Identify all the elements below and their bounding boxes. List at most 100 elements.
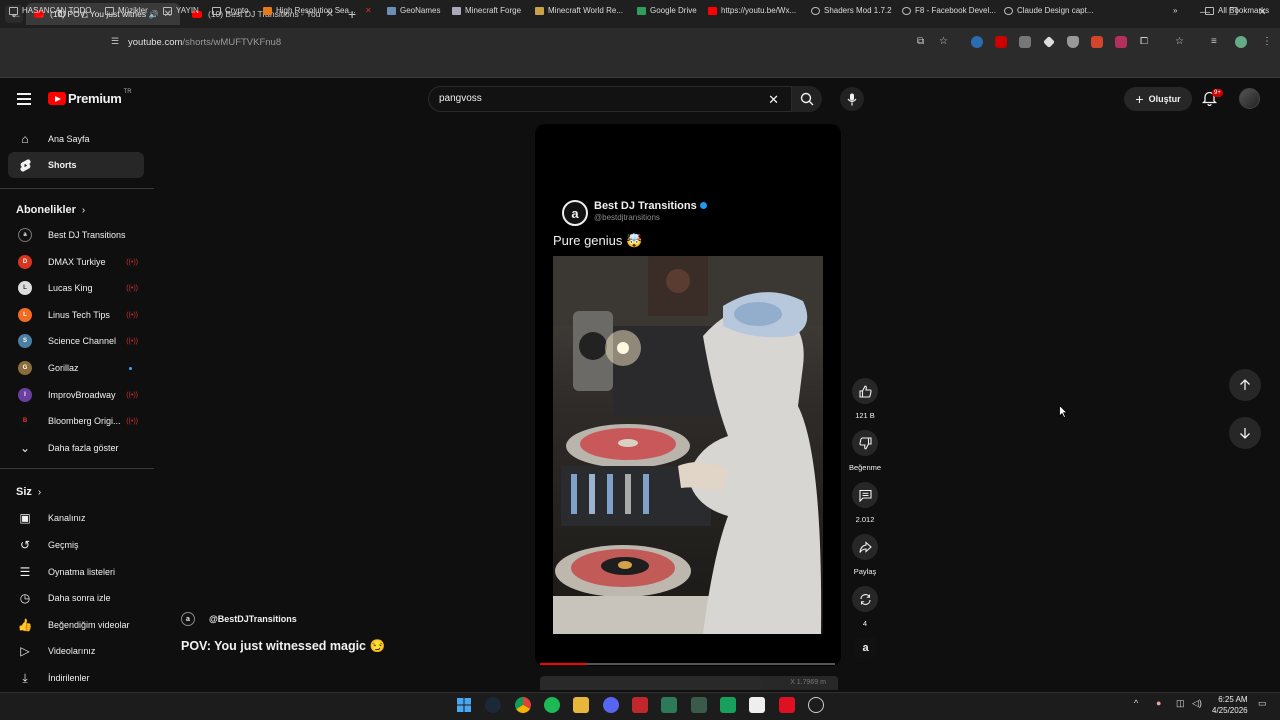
bookmark-item[interactable]: Minecraft World Re... xyxy=(535,6,623,15)
previous-short-button[interactable] xyxy=(1229,369,1261,401)
chrome-icon[interactable] xyxy=(515,697,531,713)
sidebar-item-your-channel[interactable]: ▣ Kanalınız xyxy=(8,505,144,531)
account-avatar[interactable] xyxy=(1239,88,1260,109)
sidebar-item-your-videos[interactable]: ▷ Videolarınız xyxy=(8,638,144,664)
share-action[interactable]: Paylaş xyxy=(848,534,882,576)
shield-icon[interactable] xyxy=(1067,36,1079,48)
subscription-item[interactable]: a Best DJ Transitions xyxy=(8,222,144,248)
video-frame[interactable] xyxy=(553,256,823,634)
bookmark-star-icon[interactable]: ☆ xyxy=(939,36,948,47)
extensions-puzzle-icon[interactable]: ⧠ xyxy=(1140,36,1148,47)
subscription-item[interactable]: L Linus Tech Tips ((•)) xyxy=(8,302,144,328)
subscriptions-heading[interactable]: Abonelikler › xyxy=(16,204,85,216)
next-short-button[interactable] xyxy=(1229,417,1261,449)
bookmark-item[interactable]: Müzikler xyxy=(105,6,148,15)
app-icon[interactable] xyxy=(632,697,648,713)
bookmark-item[interactable]: High Resolution Sea... xyxy=(263,6,356,15)
extension-icon[interactable] xyxy=(1091,36,1103,48)
more-bookmarks-icon[interactable]: » xyxy=(1173,6,1177,15)
subscription-item[interactable]: S Science Channel ((•)) xyxy=(8,328,144,354)
app-icon[interactable] xyxy=(779,697,795,713)
file-explorer-icon[interactable] xyxy=(573,697,589,713)
sidebar-item-history[interactable]: ↺ Geçmiş xyxy=(8,532,144,558)
bookmark-item[interactable]: HASANCAN TODO xyxy=(9,6,92,15)
video-progress-bar[interactable] xyxy=(540,663,835,665)
bookmark-item[interactable]: YAYIN xyxy=(163,6,199,15)
video-overlay-strip: X 1.7969 m xyxy=(540,676,838,690)
steam-icon[interactable] xyxy=(485,697,501,713)
guide-menu-icon[interactable] xyxy=(17,93,31,105)
taskbar-clock[interactable]: 6:25 AM 4/25/2026 xyxy=(1212,694,1248,716)
dislike-action[interactable]: Beğenme xyxy=(848,430,882,472)
show-more-button[interactable]: ⌄ Daha fazla göster xyxy=(8,435,144,461)
remix-button[interactable] xyxy=(852,586,878,612)
extension-icon[interactable] xyxy=(1115,36,1127,48)
app-icon[interactable] xyxy=(691,697,707,713)
bookmark-item[interactable]: ✕ xyxy=(365,6,372,15)
sidebar-item-label: Ana Sayfa xyxy=(48,134,90,144)
all-bookmarks[interactable]: All Bookmarks xyxy=(1205,6,1269,15)
extension-icon[interactable] xyxy=(1019,36,1031,48)
shorts-player[interactable]: a Best DJ Transitions @bestdjtransitions… xyxy=(535,124,841,666)
reading-list-icon[interactable]: ☆ xyxy=(1175,36,1184,47)
like-action[interactable]: 121 B xyxy=(848,378,882,420)
subscription-item[interactable]: D DMAX Turkiye ((•)) xyxy=(8,249,144,275)
remix-action[interactable]: 4 xyxy=(848,586,882,628)
sidebar-item-watch-later[interactable]: ◷ Daha sonra izle xyxy=(8,585,144,611)
like-button[interactable] xyxy=(852,378,878,404)
bookmark-item[interactable]: Minecraft Forge xyxy=(452,6,521,15)
bookmark-item[interactable]: Claude Design capt... xyxy=(1004,6,1094,15)
sidebar-item-downloads[interactable]: ⤓ İndirilenler xyxy=(8,665,144,691)
youtube-logo[interactable]: Premium TR xyxy=(48,89,132,106)
search-input[interactable] xyxy=(439,93,759,104)
discord-icon[interactable] xyxy=(603,697,619,713)
app-icon[interactable] xyxy=(661,697,677,713)
tray-overflow-icon[interactable]: ^ xyxy=(1134,698,1138,708)
bookmark-item[interactable]: https://youtu.be/Wx... xyxy=(708,6,796,15)
site-info-icon[interactable]: ☰ xyxy=(111,36,119,47)
sidebar-item-liked[interactable]: 👍 Beğendiğim videolar xyxy=(8,612,144,638)
channel-thumbnail[interactable]: a xyxy=(855,637,876,658)
dislike-button[interactable] xyxy=(852,430,878,456)
browser-menu-icon[interactable]: ⋮ xyxy=(1262,36,1272,47)
subscription-item[interactable]: L Lucas King ((•)) xyxy=(8,275,144,301)
subscription-item[interactable]: G Gorillaz xyxy=(8,355,144,381)
short-channel[interactable]: a @BestDJTransitions xyxy=(181,612,297,626)
clear-search-icon[interactable]: ✕ xyxy=(768,92,779,108)
create-button[interactable]: + Oluştur xyxy=(1124,87,1192,111)
notification-center-icon[interactable]: ▭ xyxy=(1258,698,1267,709)
audio-playing-icon[interactable]: 🔊 xyxy=(149,10,159,19)
profile-icon[interactable] xyxy=(1235,36,1247,48)
you-heading[interactable]: Siz › xyxy=(16,486,41,498)
network-icon[interactable]: ◫ xyxy=(1176,698,1185,709)
start-button[interactable] xyxy=(456,697,472,713)
comments-button[interactable] xyxy=(852,482,878,508)
voice-search-button[interactable] xyxy=(840,87,864,111)
remix-count: 4 xyxy=(862,619,868,628)
extension-icon[interactable] xyxy=(995,36,1007,48)
comments-action[interactable]: 2.012 xyxy=(848,482,882,524)
app-icon[interactable] xyxy=(720,697,736,713)
app-icon[interactable] xyxy=(749,697,765,713)
share-button[interactable] xyxy=(852,534,878,560)
sidebar-item-home[interactable]: ⌂ Ana Sayfa xyxy=(8,126,144,152)
extension-icon[interactable] xyxy=(971,36,983,48)
bookmark-item[interactable]: Shaders Mod 1.7.2 xyxy=(811,6,892,15)
volume-icon[interactable]: ◁) xyxy=(1192,698,1202,709)
subscription-item[interactable]: I ImprovBroadway ((•)) xyxy=(8,382,144,408)
subscription-item[interactable]: B Bloomberg Origi... ((•)) xyxy=(8,408,144,434)
sidebar-item-shorts[interactable]: Shorts xyxy=(8,152,144,178)
cast-icon[interactable]: ⧉ xyxy=(917,36,924,47)
channel-avatar: a xyxy=(18,228,32,242)
spotify-icon[interactable] xyxy=(544,697,560,713)
app-icon[interactable] xyxy=(808,697,824,713)
microphone-tray-icon[interactable]: ● xyxy=(1156,698,1161,708)
search-button[interactable] xyxy=(792,86,822,112)
sidebar-item-playlists[interactable]: ☰ Oynatma listeleri xyxy=(8,559,144,585)
address-bar[interactable]: ☰ youtube.com/shorts/wMUFTVKFnu8 xyxy=(104,33,960,51)
bookmark-item[interactable]: GeoNames xyxy=(387,6,440,15)
bookmark-item[interactable]: Crypto xyxy=(212,6,249,15)
bookmark-item[interactable]: Google Drive xyxy=(637,6,697,15)
media-control-icon[interactable]: ≡ xyxy=(1211,36,1217,47)
bookmark-item[interactable]: F8 - Facebook Devel... xyxy=(902,6,996,15)
